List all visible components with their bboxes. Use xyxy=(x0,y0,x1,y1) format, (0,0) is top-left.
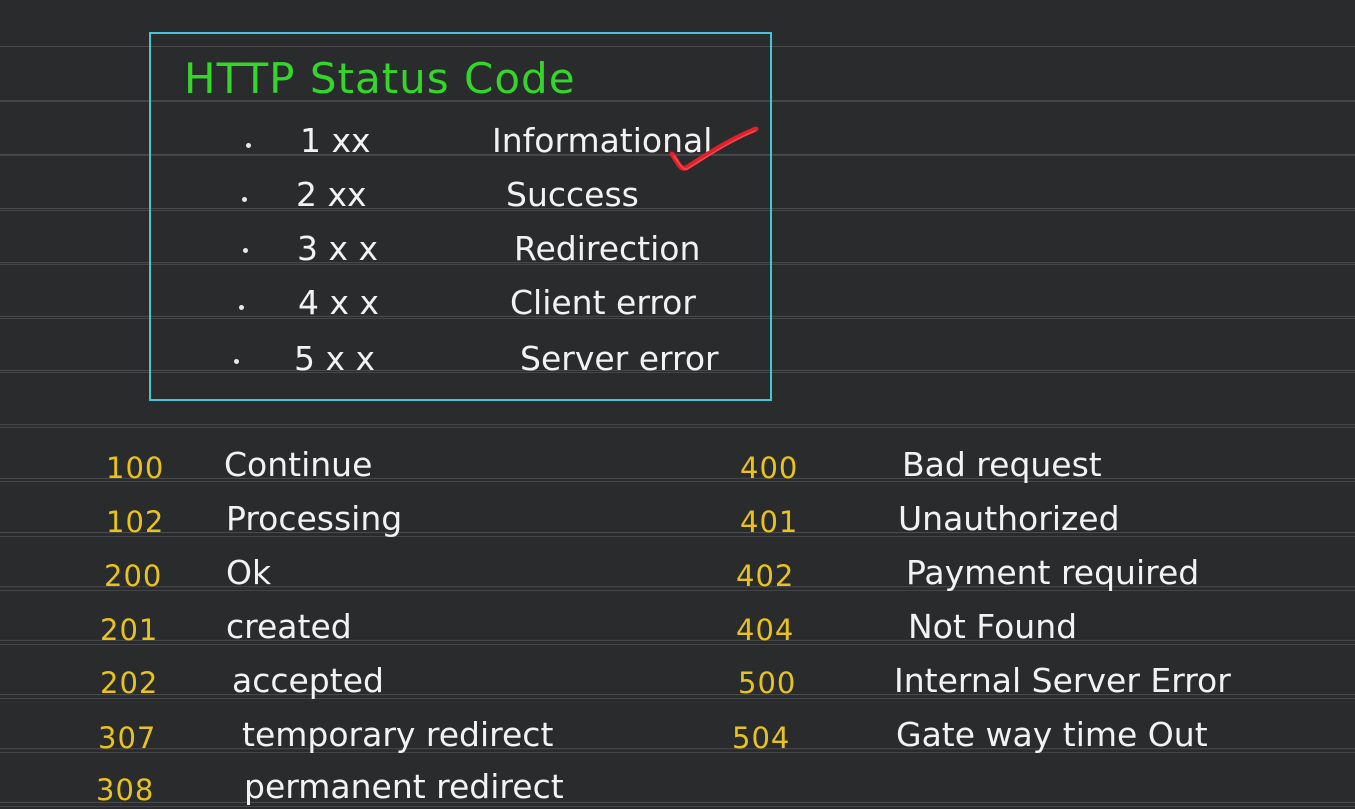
code-307-label: temporary redirect xyxy=(242,715,554,754)
class-label-redirection: Redirection xyxy=(514,229,701,268)
code-308-label: permanent redirect xyxy=(244,767,564,806)
bullet xyxy=(239,305,244,310)
code-201: 201 xyxy=(100,613,159,647)
code-504: 504 xyxy=(732,721,791,755)
class-label-success: Success xyxy=(506,175,639,214)
code-400: 400 xyxy=(740,451,799,485)
code-100-label: Continue xyxy=(224,445,373,484)
code-308: 308 xyxy=(96,773,155,807)
code-401-label: Unauthorized xyxy=(898,499,1120,538)
bullet xyxy=(246,143,251,148)
code-100: 100 xyxy=(106,451,165,485)
code-402-label: Payment required xyxy=(906,553,1200,592)
code-400-label: Bad request xyxy=(902,445,1102,484)
code-404-label: Not Found xyxy=(908,607,1078,646)
code-402: 402 xyxy=(736,559,795,593)
code-200: 200 xyxy=(104,559,163,593)
class-code-2xx: 2 xx xyxy=(296,175,367,214)
code-202: 202 xyxy=(100,666,159,700)
code-201-label: created xyxy=(226,607,352,646)
bullet xyxy=(243,248,248,253)
code-202-label: accepted xyxy=(232,661,384,700)
class-code-5xx: 5 x x xyxy=(294,339,376,378)
bullet xyxy=(234,359,239,364)
code-401: 401 xyxy=(740,505,799,539)
code-200-label: Ok xyxy=(226,553,272,592)
class-label-client-error: Client error xyxy=(510,283,696,322)
code-404: 404 xyxy=(736,613,795,647)
code-102-label: Processing xyxy=(226,499,403,538)
class-label-server-error: Server error xyxy=(520,339,719,378)
code-307: 307 xyxy=(98,721,157,755)
class-code-3xx: 3 x x xyxy=(297,229,379,268)
code-500-label: Internal Server Error xyxy=(894,661,1231,700)
bullet xyxy=(242,197,247,202)
code-500: 500 xyxy=(738,666,797,700)
class-code-1xx: 1 xx xyxy=(300,121,371,160)
class-code-4xx: 4 x x xyxy=(298,283,380,322)
board-title: HTTP Status Code xyxy=(184,54,576,103)
code-504-label: Gate way time Out xyxy=(896,715,1208,754)
code-102: 102 xyxy=(106,505,165,539)
red-checkmark-icon xyxy=(669,126,759,171)
